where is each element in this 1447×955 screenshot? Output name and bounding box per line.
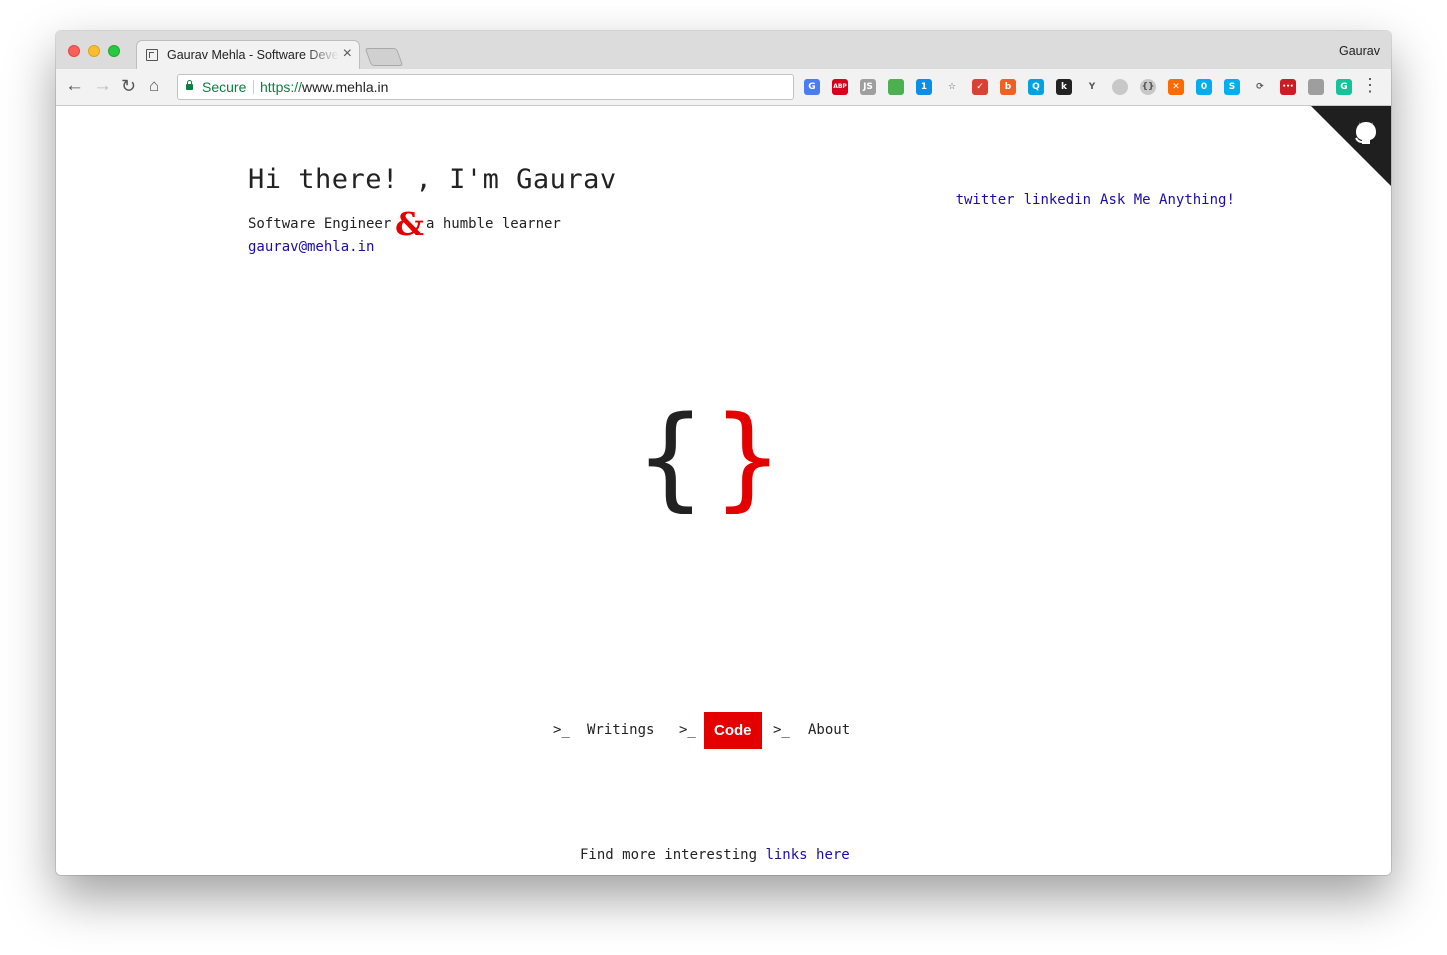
ublock-icon[interactable]: ✕ [1168, 79, 1184, 95]
nav-prompt: >_ [553, 722, 570, 738]
email-link[interactable]: gaurav@mehla.in [248, 239, 374, 255]
footer-text: Find more interesting links here [580, 847, 850, 863]
page-content: Hi there! , I'm Gaurav Software Engineer… [56, 106, 1391, 875]
nav-code[interactable]: Code [704, 712, 762, 749]
home-icon[interactable]: ⌂ [149, 75, 159, 97]
clipboard-icon[interactable] [1308, 79, 1324, 95]
ghostery-icon[interactable]: 0 [1196, 79, 1212, 95]
json-viewer-icon[interactable]: {} [1140, 79, 1156, 95]
tagline-role: Software Engineer [248, 216, 392, 232]
back-arrow-icon[interactable]: ← [65, 75, 84, 97]
footer-label: Find more interesting [580, 847, 758, 863]
lock-icon [186, 80, 193, 90]
nav-about[interactable]: About [808, 712, 850, 749]
more-links-link[interactable]: links here [765, 847, 849, 863]
bookmark-star-icon[interactable]: ☆ [944, 79, 960, 95]
ampersand-mark: & [395, 205, 424, 243]
ycombinator-icon[interactable]: Y [1084, 79, 1100, 95]
sync-icon[interactable]: ⟳ [1252, 79, 1268, 95]
tagline-learner: a humble learner [426, 216, 561, 232]
onepassword-icon[interactable]: 1 [916, 79, 932, 95]
url-host: www.mehla.in [302, 79, 389, 95]
url-text[interactable]: https://www.mehla.in [260, 75, 388, 99]
todoist-icon[interactable]: ✓ [972, 79, 988, 95]
browser-menu-icon[interactable]: ⋮ [1361, 75, 1379, 96]
browser-window: Gaurav Mehla - Software Developer × Gaur… [56, 31, 1391, 875]
linkedin-link[interactable]: linkedin [1024, 192, 1091, 208]
browser-toolbar: ← → ↻ ⌂ Secure https://www.mehla.in G ABP… [56, 69, 1391, 106]
bookmark-manager-icon[interactable] [888, 79, 904, 95]
lastpass-icon[interactable]: ••• [1280, 79, 1296, 95]
bitly-icon[interactable]: b [1000, 79, 1016, 95]
address-bar[interactable]: Secure https://www.mehla.in [177, 74, 794, 100]
browser-tab[interactable]: Gaurav Mehla - Software Developer × [136, 40, 360, 70]
social-links: twitter linkedin Ask Me Anything! [905, 176, 1244, 224]
favicon-icon [146, 49, 158, 61]
braces-logo: { } [648, 404, 770, 514]
github-corner-link[interactable] [1311, 106, 1391, 186]
qwant-icon[interactable]: Q [1028, 79, 1044, 95]
twitter-link[interactable]: twitter [956, 192, 1015, 208]
reload-icon[interactable]: ↻ [121, 75, 136, 97]
close-window-button[interactable] [68, 45, 80, 57]
adblock-plus-icon[interactable]: ABP [832, 79, 848, 95]
url-separator [253, 80, 254, 94]
new-tab-button[interactable] [364, 48, 404, 66]
tab-bar: Gaurav Mehla - Software Developer × Gaur… [56, 31, 1391, 70]
ask-me-anything-link[interactable]: Ask Me Anything! [1100, 192, 1235, 208]
close-tab-icon[interactable]: × [343, 45, 352, 63]
google-translate-icon[interactable]: G [804, 79, 820, 95]
skype-icon[interactable]: S [1224, 79, 1240, 95]
tab-title: Gaurav Mehla - Software Developer [167, 48, 339, 62]
github-octocat-icon [1355, 122, 1376, 144]
js-tools-icon[interactable]: JS [860, 79, 876, 95]
url-scheme: https:// [260, 79, 303, 95]
logo-left-brace: { [648, 404, 706, 514]
tampermonkey-icon[interactable] [1112, 79, 1128, 95]
forward-arrow-icon[interactable]: → [93, 75, 112, 97]
profile-name[interactable]: Gaurav [1339, 44, 1380, 58]
nav-prompt: >_ [679, 722, 696, 738]
logo-right-brace: } [712, 404, 770, 514]
nav-writings[interactable]: Writings [587, 712, 654, 749]
grammarly-icon[interactable]: G [1336, 79, 1352, 95]
keepa-icon[interactable]: k [1056, 79, 1072, 95]
page-title: Hi there! , I'm Gaurav [248, 164, 617, 195]
nav-prompt: >_ [773, 722, 790, 738]
maximize-window-button[interactable] [108, 45, 120, 57]
secure-label: Secure [202, 79, 247, 95]
section-nav: >_ Writings >_ Code >_ About [553, 712, 850, 749]
minimize-window-button[interactable] [88, 45, 100, 57]
